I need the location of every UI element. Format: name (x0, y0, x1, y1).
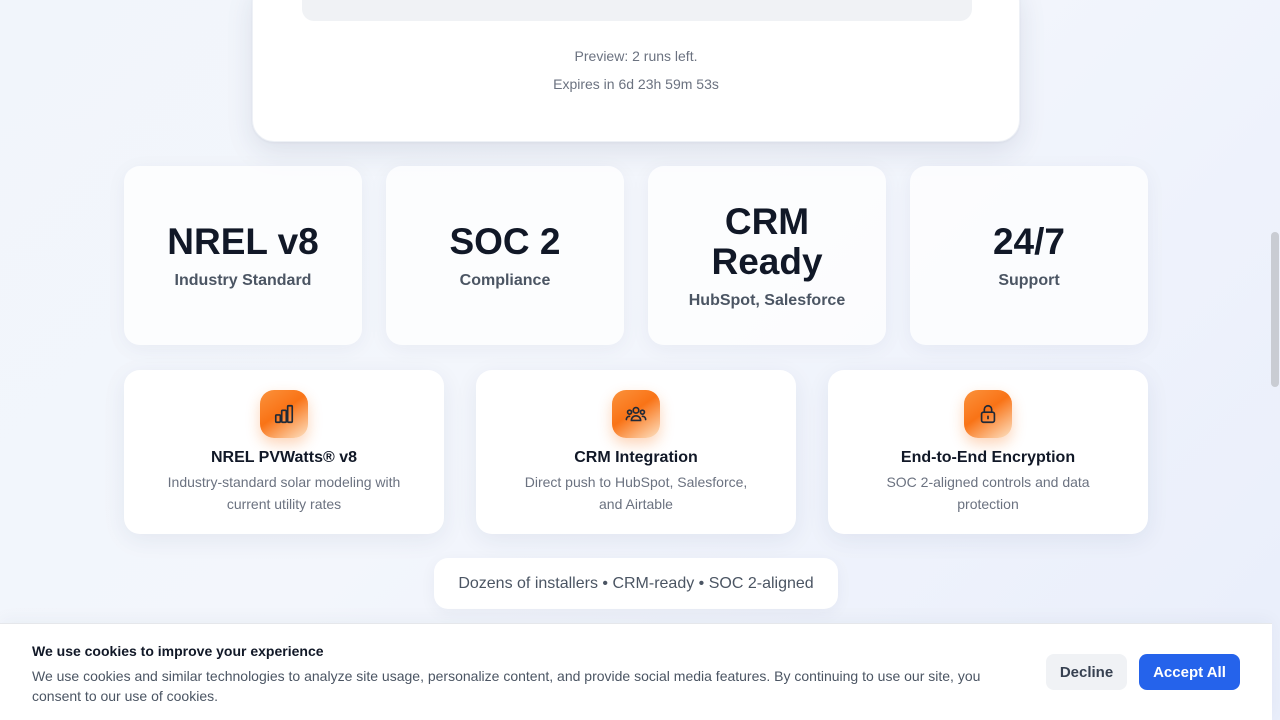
stat-card-crm: CRM Ready HubSpot, Salesforce (648, 166, 886, 345)
feature-card-encryption: End-to-End Encryption SOC 2-aligned cont… (828, 370, 1148, 534)
stat-value: CRM Ready (711, 200, 823, 282)
cookie-banner-title: We use cookies to improve your experienc… (32, 643, 324, 659)
feature-description: Direct push to HubSpot, Salesforce, and … (524, 474, 748, 512)
preview-result-area (302, 0, 972, 21)
feature-title: End-to-End Encryption (900, 449, 1076, 466)
decline-cookies-button[interactable]: Decline (1046, 654, 1127, 690)
scrollbar[interactable] (1268, 0, 1280, 720)
stat-value: 24/7 (992, 220, 1065, 262)
trust-badge: Dozens of installers • CRM-ready • SOC 2… (434, 558, 838, 609)
feature-title: NREL PVWatts® v8 (210, 449, 358, 466)
chart-bars-icon (260, 390, 308, 438)
feature-description: Industry-standard solar modeling with cu… (167, 474, 401, 512)
feature-title: CRM Integration (574, 449, 698, 466)
cookie-banner-text: We use cookies and similar technologies … (32, 668, 981, 704)
stat-value: NREL v8 (167, 220, 319, 262)
lock-icon (964, 390, 1012, 438)
feature-card-nrel: NREL PVWatts® v8 Industry-standard solar… (124, 370, 444, 534)
feature-description: SOC 2-aligned controls and data protecti… (886, 474, 1090, 512)
preview-expiry-countdown: Expires in 6d 23h 59m 53s (553, 76, 719, 92)
stat-card-support: 24/7 Support (910, 166, 1148, 345)
stat-label: Support (998, 271, 1060, 289)
stat-value: SOC 2 (449, 220, 561, 262)
cookie-banner: We use cookies to improve your experienc… (0, 623, 1272, 720)
stat-card-nrel: NREL v8 Industry Standard (124, 166, 362, 345)
preview-runs-left: Preview: 2 runs left. (574, 48, 698, 64)
stat-label: Industry Standard (174, 271, 312, 289)
stat-label: Compliance (459, 271, 551, 289)
stat-card-soc2: SOC 2 Compliance (386, 166, 624, 345)
stat-label: HubSpot, Salesforce (688, 291, 846, 309)
feature-card-crm: CRM Integration Direct push to HubSpot, … (476, 370, 796, 534)
users-group-icon (612, 390, 660, 438)
preview-card: Preview: 2 runs left. Expires in 6d 23h … (252, 0, 1020, 142)
accept-all-cookies-button[interactable]: Accept All (1139, 654, 1240, 690)
scrollbar-thumb[interactable] (1271, 232, 1279, 387)
